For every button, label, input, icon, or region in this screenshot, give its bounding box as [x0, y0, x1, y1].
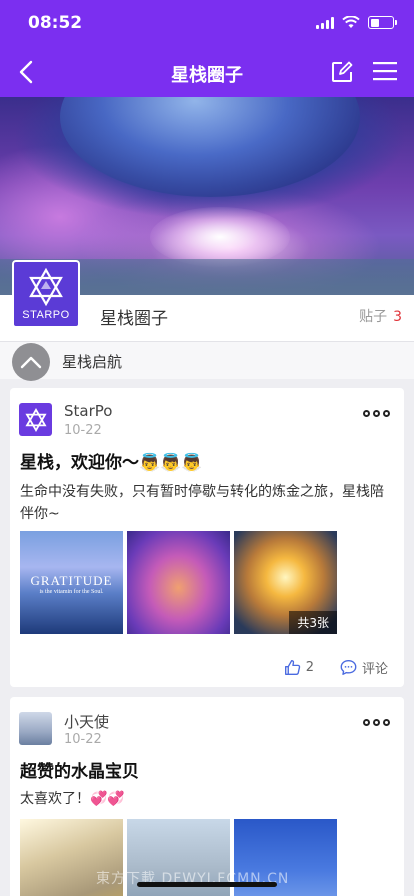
pinned-section[interactable]: 星栈启航	[0, 341, 414, 381]
avatar[interactable]	[19, 712, 52, 745]
post-image[interactable]: 共3张	[234, 531, 337, 634]
cellular-signal-icon	[316, 16, 334, 29]
edit-icon	[332, 61, 353, 82]
circle-logo-text: STARPO	[22, 309, 70, 321]
chevron-up-icon	[20, 356, 42, 369]
status-icons	[316, 16, 397, 29]
post-date: 10-22	[64, 423, 102, 438]
status-time: 08:52	[28, 13, 83, 33]
nav-bar: 星栈圈子	[0, 48, 414, 97]
post-count: 贴子 3	[359, 306, 402, 326]
compose-button[interactable]	[330, 60, 356, 86]
post-title: 星栈，欢迎你～👼👼👼	[20, 453, 203, 473]
post-author[interactable]: StarPo	[64, 402, 112, 420]
post-actions: 2 评论	[284, 658, 388, 677]
menu-button[interactable]	[372, 60, 400, 86]
avatar[interactable]	[19, 403, 52, 436]
post-author[interactable]: 小天使	[64, 711, 109, 732]
more-options-button[interactable]	[363, 719, 390, 726]
image-caption-subtitle: is the vitamin for the Soul.	[39, 589, 104, 595]
image-caption-title: GRATITUDE	[30, 573, 113, 588]
pinned-label: 星栈启航	[62, 353, 123, 371]
app-header: 08:52 星栈圈子	[0, 0, 414, 97]
post-count-label: 贴子	[359, 309, 388, 325]
circle-logo: STARPO	[12, 260, 80, 328]
battery-icon	[368, 16, 397, 29]
post-date: 10-22	[64, 732, 102, 747]
status-bar: 08:52	[0, 0, 414, 48]
more-options-button[interactable]	[363, 410, 390, 417]
banner-glow	[150, 207, 290, 267]
post-count-value: 3	[393, 309, 402, 325]
post-title: 超赞的水晶宝贝	[20, 762, 139, 782]
post-card[interactable]: StarPo 10-22 星栈，欢迎你～👼👼👼 生命中没有失败，只有暂时停歇与转…	[10, 388, 404, 687]
comment-icon	[340, 660, 357, 675]
like-count: 2	[305, 660, 314, 675]
post-body: 生命中没有失败，只有暂时停歇与转化的炼金之旅，星栈陪伴你~	[20, 484, 384, 522]
post-images: GRATITUDE is the vitamin for the Soul. 共…	[20, 531, 337, 634]
collapse-toggle-button[interactable]	[12, 343, 50, 381]
image-caption: GRATITUDE is the vitamin for the Soul.	[20, 573, 123, 595]
post-card[interactable]: 小天使 10-22 超赞的水晶宝贝 太喜欢了！💞💞	[10, 697, 404, 896]
home-indicator[interactable]	[137, 882, 277, 887]
hamburger-menu-icon	[373, 62, 397, 81]
star-of-david-icon	[29, 267, 63, 307]
post-body: 太喜欢了！💞💞	[20, 791, 125, 807]
image-count-badge: 共3张	[289, 611, 337, 634]
wifi-icon	[342, 16, 360, 28]
post-image[interactable]	[127, 531, 230, 634]
circle-name: 星栈圈子	[100, 309, 168, 329]
comment-button[interactable]: 评论	[340, 658, 388, 677]
post-image[interactable]: GRATITUDE is the vitamin for the Soul.	[20, 531, 123, 634]
banner-planet	[60, 97, 360, 197]
thumbs-up-icon	[284, 660, 300, 675]
star-of-david-icon	[24, 407, 47, 432]
like-button[interactable]: 2	[284, 659, 314, 676]
comment-label: 评论	[361, 662, 388, 677]
